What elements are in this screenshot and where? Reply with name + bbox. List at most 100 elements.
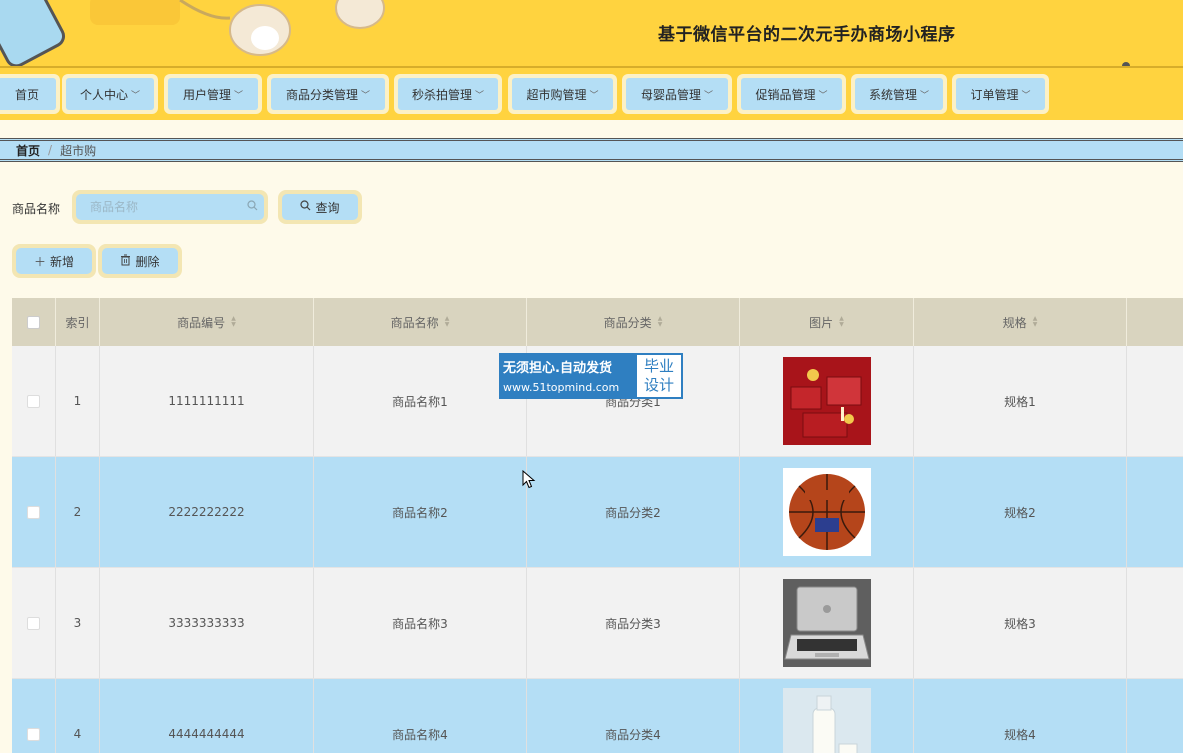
row-select-cell: [12, 346, 56, 456]
column-header-label: 商品编号: [177, 315, 226, 330]
query-button-label: 查询: [315, 200, 340, 215]
extra-cell: [1127, 457, 1183, 567]
sort-icon[interactable]: ▲ ▼: [231, 316, 236, 328]
nav-item-personal-center[interactable]: 个人中心 ﹀: [62, 74, 158, 114]
column-header-code[interactable]: 商品编号 ▲ ▼: [100, 298, 314, 346]
nav-item-category-management[interactable]: 商品分类管理 ﹀: [267, 74, 389, 114]
column-header-category[interactable]: 商品分类 ▲ ▼: [527, 298, 740, 346]
row-checkbox[interactable]: [27, 727, 40, 741]
table-row[interactable]: 2 2222222222 商品名称2 商品分类2 规格2: [12, 457, 1183, 568]
chevron-down-icon: ﹀: [920, 90, 930, 101]
column-header-label: 图片: [809, 315, 834, 330]
watermark-badge-line1: 毕业: [643, 357, 674, 375]
nav-item-label: 个人中心: [79, 87, 128, 102]
column-header-label: 商品分类: [603, 315, 652, 330]
watermark-banner: 无须担心.自动发货 www.51topmind.com 毕业 设计: [499, 353, 683, 399]
nav-item-label: 秒杀拍管理: [411, 87, 472, 102]
watermark-badge: 毕业 设计: [635, 353, 683, 399]
name-cell: 商品名称4: [314, 679, 527, 753]
nav-item-label: 商品分类管理: [285, 87, 358, 102]
product-image-red-gift-box[interactable]: [782, 357, 871, 445]
row-checkbox[interactable]: [27, 616, 40, 630]
table-row[interactable]: 4 4444444444 商品名称4 商品分类4 规格4: [12, 679, 1183, 753]
nav-item-order-management[interactable]: 订单管理 ﹀: [952, 74, 1049, 114]
search-icon: [300, 200, 311, 214]
sort-icon[interactable]: ▲ ▼: [1033, 316, 1038, 328]
category-cell: 商品分类4: [527, 679, 740, 753]
name-cell: 商品名称3: [314, 568, 527, 678]
product-image-laptop[interactable]: [782, 579, 871, 667]
sort-icon[interactable]: ▲ ▼: [839, 316, 844, 328]
delete-button[interactable]: 删除: [102, 248, 178, 274]
nav-item-supermarket-management[interactable]: 超市购管理 ﹀: [508, 74, 617, 114]
name-cell: 商品名称1: [314, 346, 527, 456]
chevron-down-icon: ﹀: [589, 90, 599, 101]
select-all-checkbox[interactable]: [27, 315, 40, 329]
search-label: 商品名称: [12, 202, 61, 216]
column-header-label: 商品名称: [390, 315, 439, 330]
add-button[interactable]: ＋ 新增: [16, 248, 92, 274]
top-nav: 首页 个人中心 ﹀ 用户管理 ﹀ 商品分类管理 ﹀ 秒杀拍管理 ﹀ 超市购管理 ﹀ 母婴品…: [0, 68, 1183, 120]
mouse-cursor-icon: [522, 470, 536, 489]
nav-item-label: 订单管理: [970, 87, 1019, 102]
extra-cell: [1127, 679, 1183, 753]
image-cell: [740, 346, 914, 456]
add-button-label: 新增: [50, 254, 75, 269]
nav-item-user-management[interactable]: 用户管理 ﹀: [164, 74, 262, 114]
search-field-wrapper: [72, 190, 268, 224]
nav-item-flash-sale-management[interactable]: 秒杀拍管理 ﹀: [394, 74, 502, 114]
column-header-name[interactable]: 商品名称 ▲ ▼: [314, 298, 527, 346]
chevron-down-icon: ﹀: [234, 90, 244, 101]
query-button-wrapper: 查询: [278, 190, 362, 224]
extra-cell: [1127, 346, 1183, 456]
sort-icon[interactable]: ▲ ▼: [445, 316, 450, 328]
breadcrumb-home[interactable]: 首页: [16, 142, 40, 159]
table-header: 索引 商品编号 ▲ ▼ 商品名称 ▲ ▼ 商品分类 ▲ ▼ 图片 ▲ ▼ 规格 ▲ ▼: [12, 298, 1183, 346]
trash-icon: [120, 254, 131, 269]
watermark-url: www.51topmind.com: [503, 381, 620, 394]
nav-item-label: 首页: [14, 87, 39, 102]
nav-separator: [0, 120, 1183, 138]
spec-cell: 规格4: [914, 679, 1127, 753]
header-corner-mark: [1122, 62, 1130, 66]
column-header-image[interactable]: 图片 ▲ ▼: [740, 298, 914, 346]
add-button-wrapper: ＋ 新增: [12, 244, 96, 278]
query-button[interactable]: 查询: [282, 194, 358, 220]
nav-item-label: 用户管理: [182, 87, 231, 102]
nav-item-label: 母婴品管理: [640, 87, 701, 102]
breadcrumb: 首页 / 超市购: [0, 138, 1183, 162]
nav-item-promotion-management[interactable]: 促销品管理 ﹀: [737, 74, 846, 114]
column-header-label: 索引: [65, 315, 90, 330]
code-cell: 2222222222: [100, 457, 314, 567]
row-select-cell: [12, 679, 56, 753]
nav-item-home[interactable]: 首页: [0, 74, 60, 114]
search-icon: [247, 200, 258, 214]
product-image-basketball[interactable]: [782, 468, 871, 556]
sort-icon[interactable]: ▲ ▼: [658, 316, 663, 328]
nav-item-label: 促销品管理: [755, 87, 816, 102]
row-checkbox[interactable]: [27, 505, 40, 519]
column-header-spec[interactable]: 规格 ▲ ▼: [914, 298, 1127, 346]
plus-icon: ＋: [33, 254, 46, 269]
search-input[interactable]: [76, 194, 264, 220]
category-cell: 商品分类2: [527, 457, 740, 567]
chevron-down-icon: ﹀: [475, 90, 485, 101]
chevron-down-icon: ﹀: [131, 90, 141, 101]
column-header-extra: [1127, 298, 1183, 346]
nav-item-maternal-baby-management[interactable]: 母婴品管理 ﹀: [622, 74, 732, 114]
nav-item-system-management[interactable]: 系统管理 ﹀: [851, 74, 947, 114]
breadcrumb-current: 超市购: [60, 143, 97, 158]
index-cell: 4: [56, 679, 100, 753]
row-checkbox[interactable]: [27, 394, 40, 408]
column-header-index: 索引: [56, 298, 100, 346]
product-image-milk-bottle[interactable]: [782, 688, 871, 753]
watermark-badge-line2: 设计: [643, 376, 674, 394]
app-header: 基于微信平台的二次元手办商场小程序: [0, 0, 1183, 68]
header-decoration-illustration: [0, 0, 385, 66]
index-cell: 2: [56, 457, 100, 567]
extra-cell: [1127, 568, 1183, 678]
breadcrumb-separator: /: [48, 143, 53, 157]
table-row[interactable]: 3 3333333333 商品名称3 商品分类3 规格3: [12, 568, 1183, 679]
index-cell: 1: [56, 346, 100, 456]
chevron-down-icon: ﹀: [1021, 90, 1031, 101]
